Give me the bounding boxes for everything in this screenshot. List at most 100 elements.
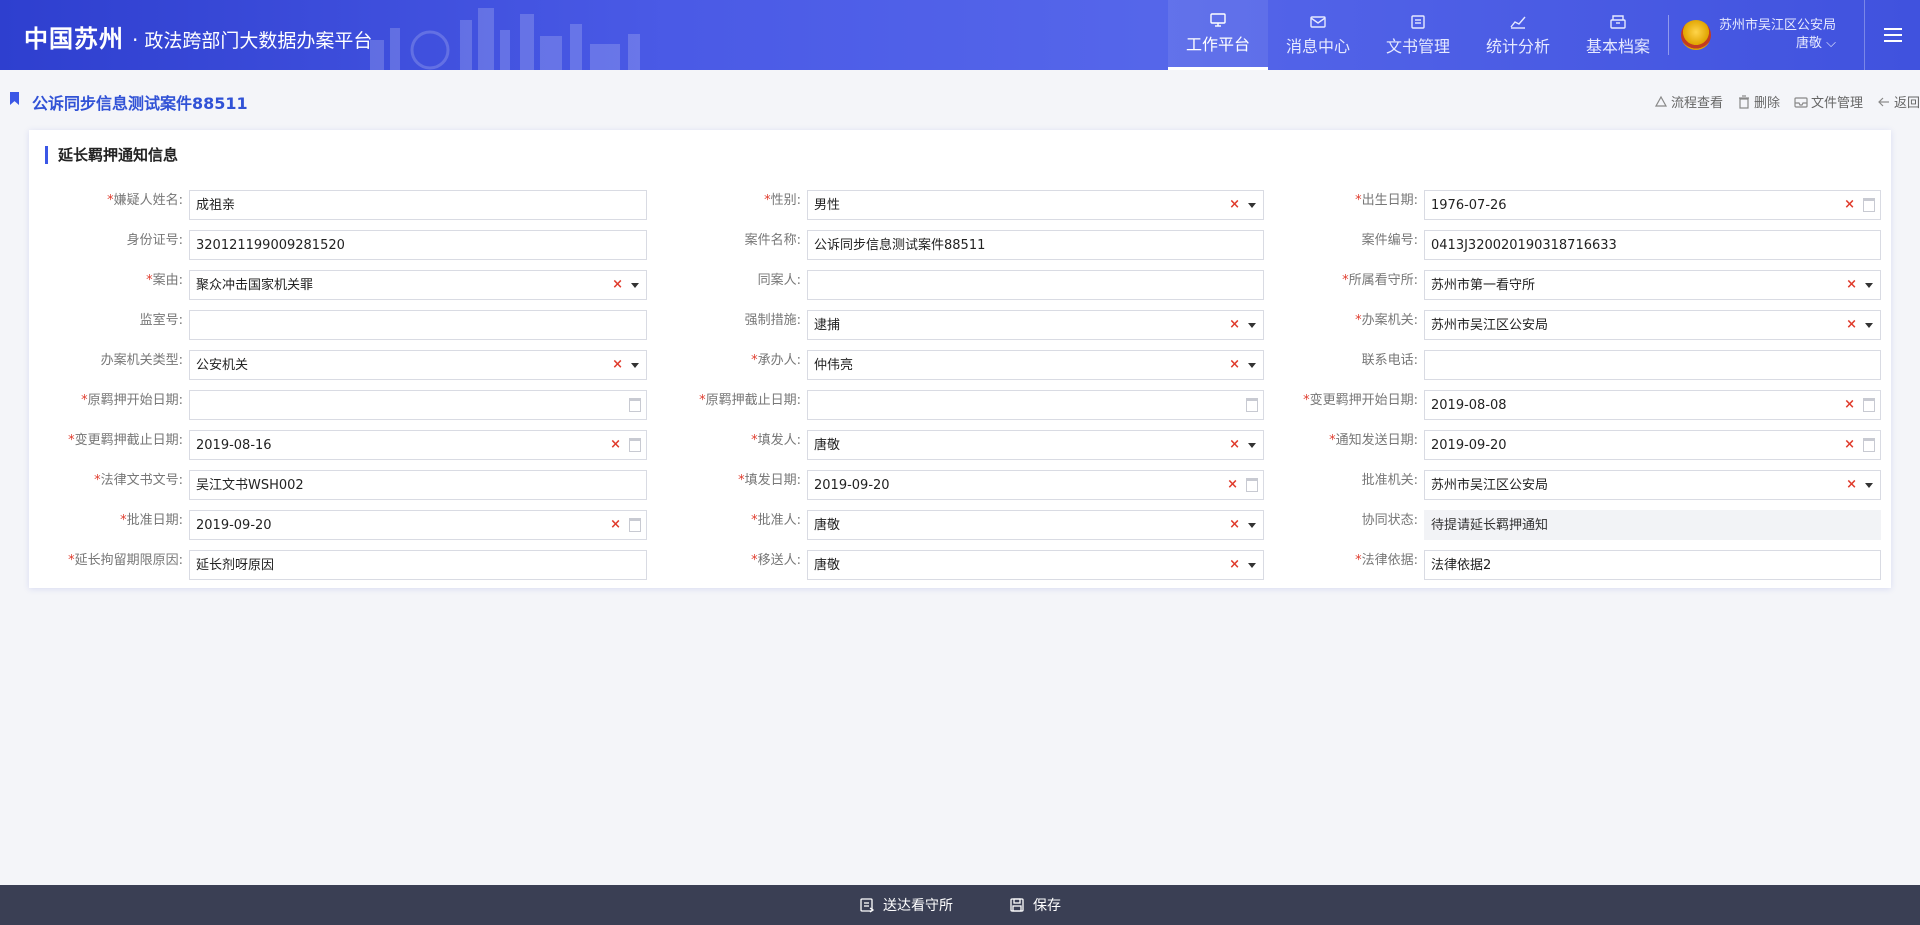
nav-item-archives[interactable]: 基本档案 [1568,0,1668,70]
field-label: 填发日期: [744,473,801,488]
clear-icon[interactable]: × [1846,470,1857,500]
approve-org-select[interactable]: 苏州市吴江区公安局 [1424,470,1881,500]
chevron-down-icon[interactable] [1865,323,1873,328]
doc-number-input[interactable]: 吴江文书WSH002 [189,470,647,500]
nav-item-messages[interactable]: 消息中心 [1268,0,1368,70]
approve-date-input[interactable]: 2019-09-20 [189,510,647,540]
chevron-down-icon[interactable] [1248,563,1256,568]
suspect-name-input[interactable]: 成祖亲 [189,190,647,220]
nav-item-statistics[interactable]: 统计分析 [1468,0,1568,70]
gender-select[interactable]: 男性 [807,190,1264,220]
extend-reason-input[interactable]: 延长剂呀原因 [189,550,647,580]
calendar-icon[interactable] [629,438,641,452]
handler-select[interactable]: 仲伟亮 [807,350,1264,380]
field-approve-date: *批准日期: 2019-09-20 × [120,510,647,540]
save-button[interactable]: 保存 [1009,895,1061,915]
main-nav: 工作平台 消息中心 文书管理 统计分析 基本档案 [1168,0,1668,70]
clear-icon[interactable]: × [1844,190,1855,220]
chevron-down-icon[interactable] [1248,443,1256,448]
handling-org-type-select[interactable]: 公安机关 [189,350,647,380]
orig-start-date-input[interactable] [189,390,647,420]
calendar-icon[interactable] [1863,438,1875,452]
back-button[interactable]: 返回 [1877,92,1920,111]
field-label: 通知发送日期: [1335,433,1418,448]
chevron-down-icon[interactable] [631,283,639,288]
send-to-detention-center-button[interactable]: 送达看守所 [859,895,953,915]
cause-select[interactable]: 聚众冲击国家机关罪 [189,270,647,300]
calendar-icon[interactable] [1863,398,1875,412]
clear-icon[interactable]: × [610,510,621,540]
clear-icon[interactable]: × [1229,430,1240,460]
field-label: 批准人: [757,513,801,528]
issuer-select[interactable]: 唐敬 [807,430,1264,460]
clear-icon[interactable]: × [1846,270,1857,300]
notify-date-input[interactable]: 2019-09-20 [1424,430,1881,460]
issue-date-input[interactable]: 2019-09-20 [807,470,1264,500]
section-title: 延长羁押通知信息 [45,146,178,164]
field-phone: 联系电话: [1362,350,1881,380]
birth-date-input[interactable]: 1976-07-26 [1424,190,1881,220]
user-org: 苏州市吴江区公安局 [1719,18,1837,33]
orig-end-date-input[interactable] [807,390,1264,420]
clear-icon[interactable]: × [612,350,623,380]
hamburger-menu-button[interactable] [1864,0,1920,70]
approver-select[interactable]: 唐敬 [807,510,1264,540]
chevron-down-icon[interactable] [1248,323,1256,328]
clear-icon[interactable]: × [1844,430,1855,460]
field-label: 原羁押截止日期: [705,393,801,408]
send-document-icon [860,898,875,913]
clear-icon[interactable]: × [612,270,623,300]
field-label: 批准日期: [126,513,183,528]
calendar-icon[interactable] [1246,478,1258,492]
clear-icon[interactable]: × [1229,350,1240,380]
clear-icon[interactable]: × [1229,510,1240,540]
document-icon [1411,14,1425,29]
chevron-down-icon[interactable] [1248,523,1256,528]
new-end-date-input[interactable]: 2019-08-16 [189,430,647,460]
nav-item-documents[interactable]: 文书管理 [1368,0,1468,70]
cell-number-input[interactable] [189,310,647,340]
coercive-measure-select[interactable]: 逮捕 [807,310,1264,340]
calendar-icon[interactable] [1246,398,1258,412]
chevron-down-icon[interactable] [1865,483,1873,488]
phone-input[interactable] [1424,350,1881,380]
field-label: 出生日期: [1361,193,1418,208]
calendar-icon[interactable] [629,518,641,532]
file-management-button[interactable]: 文件管理 [1794,92,1863,111]
back-label: 返回 [1893,96,1920,111]
user-name-dropdown[interactable]: 唐敬 ⌵ [1719,35,1836,53]
user-menu[interactable]: 苏州市吴江区公安局 唐敬 ⌵ [1668,15,1836,55]
legal-basis-input[interactable]: 法律依据2 [1424,550,1881,580]
co-defendant-input[interactable] [807,270,1264,300]
chevron-down-icon[interactable] [1248,363,1256,368]
field-handler: *承办人: 仲伟亮 × [751,350,1264,380]
case-title: 公诉同步信息测试案件88511 [32,94,248,113]
clear-icon[interactable]: × [610,430,621,460]
clear-icon[interactable]: × [1846,310,1857,340]
clear-icon[interactable]: × [1227,470,1238,500]
clear-icon[interactable]: × [1229,550,1240,580]
clear-icon[interactable]: × [1844,390,1855,420]
calendar-icon[interactable] [1863,198,1875,212]
process-view-button[interactable]: 流程查看 [1654,92,1723,111]
case-name-input[interactable]: 公诉同步信息测试案件88511 [807,230,1264,260]
field-new-start: *变更羁押开始日期: 2019-08-08 × [1303,390,1881,420]
delete-button[interactable]: 删除 [1737,92,1780,111]
clear-icon[interactable]: × [1229,190,1240,220]
calendar-icon[interactable] [629,398,641,412]
chevron-down-icon[interactable] [631,363,639,368]
save-label: 保存 [1033,898,1061,914]
handling-org-select[interactable]: 苏州市吴江区公安局 [1424,310,1881,340]
case-number-input[interactable]: 0413J320020190318716633 [1424,230,1881,260]
chevron-down-icon[interactable] [1865,283,1873,288]
detention-center-select[interactable]: 苏州市第一看守所 [1424,270,1881,300]
clear-icon[interactable]: × [1229,310,1240,340]
new-start-date-input[interactable]: 2019-08-08 [1424,390,1881,420]
field-cell-number: 监室号: [140,310,647,340]
mail-icon [1310,15,1326,28]
id-number-input[interactable]: 320121199009281520 [189,230,647,260]
transferor-select[interactable]: 唐敬 [807,550,1264,580]
nav-item-workbench[interactable]: 工作平台 [1168,0,1268,70]
chevron-down-icon[interactable] [1248,203,1256,208]
brand: 中国苏州 · 政法跨部门大数据办案平台 [24,19,372,54]
